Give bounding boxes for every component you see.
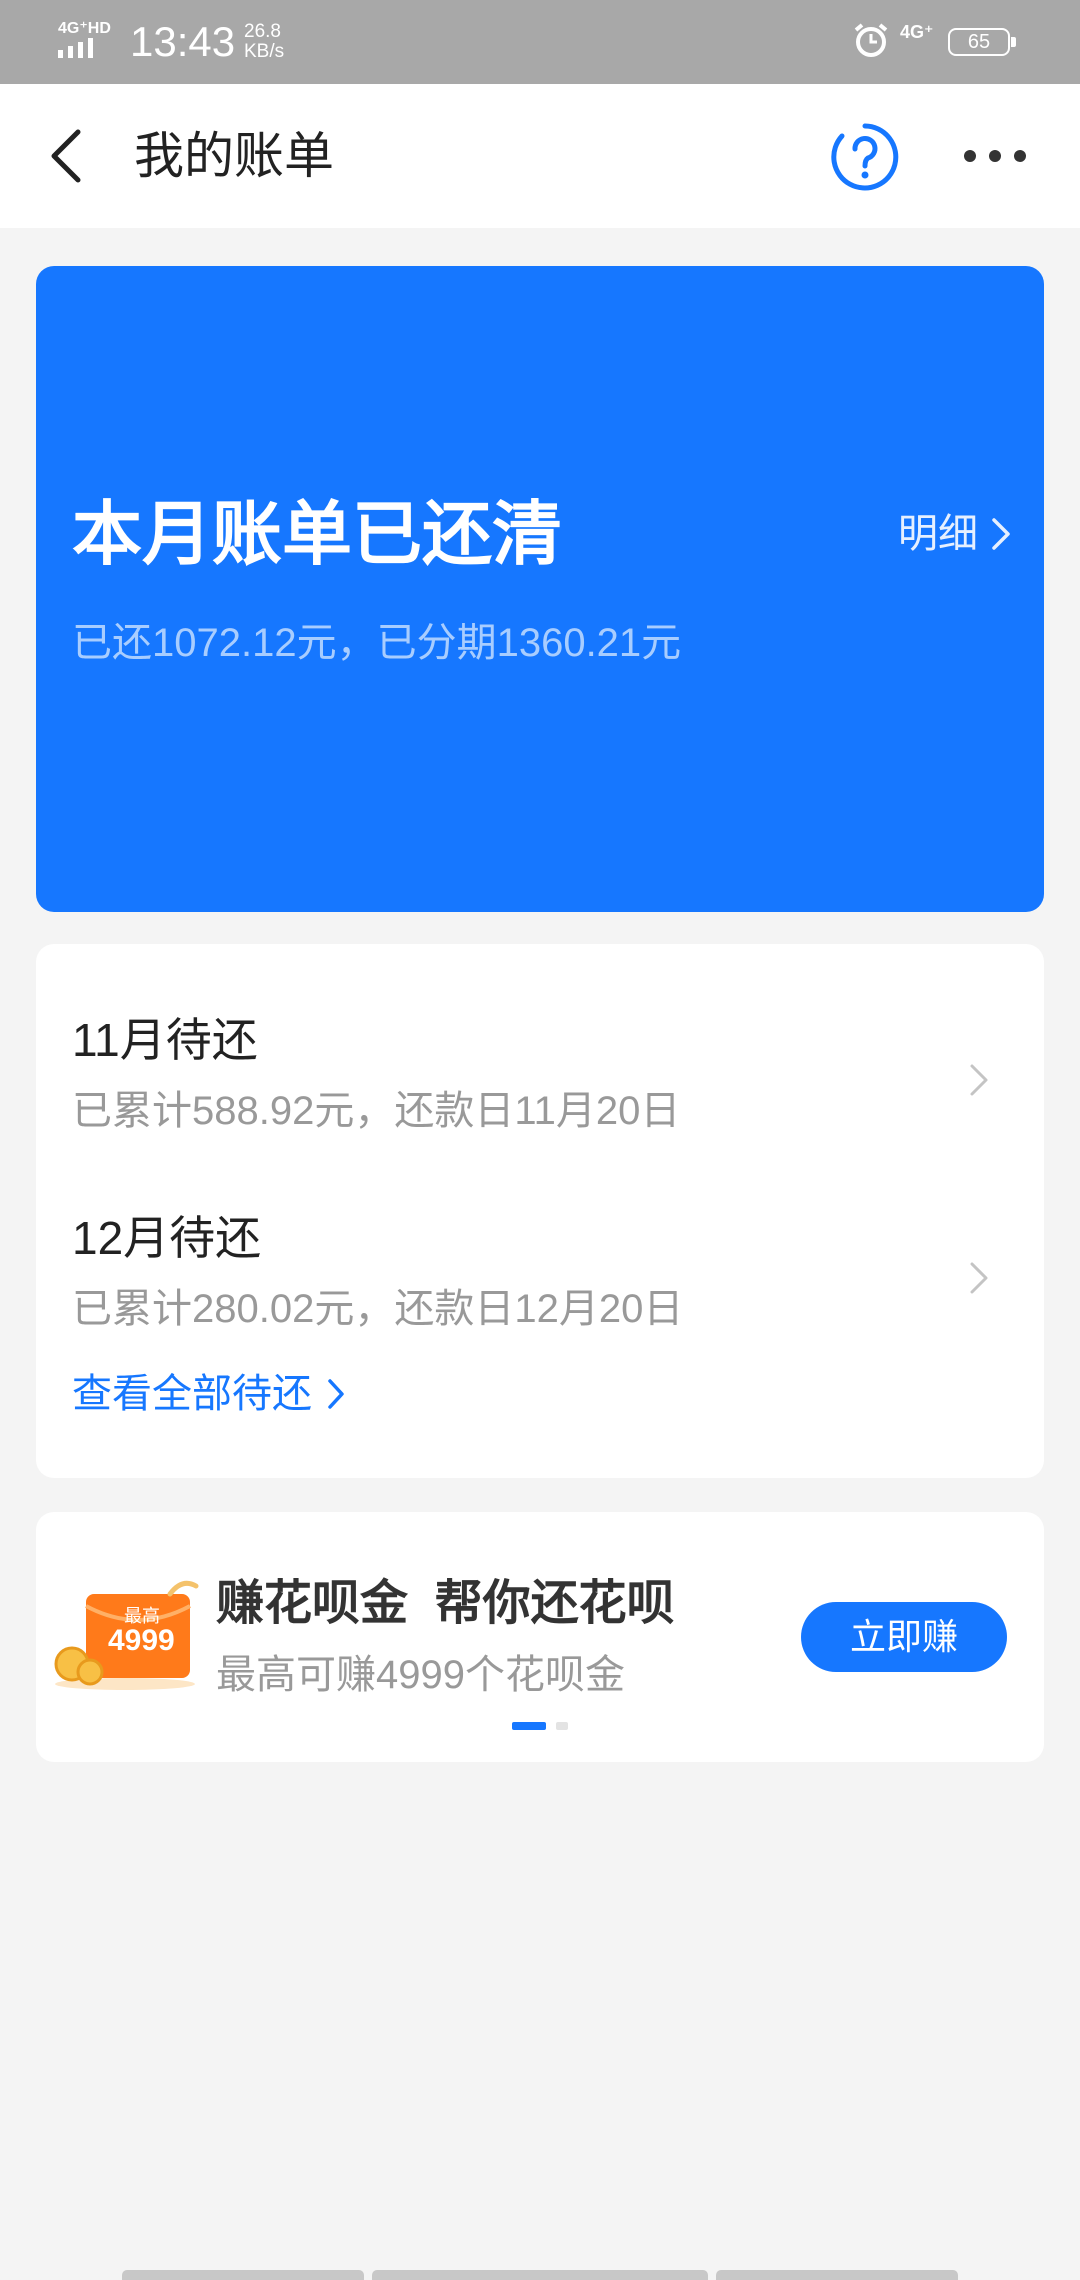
bill-detail-label: 明细 [898,512,978,556]
chevron-right-icon [992,518,1010,550]
network-indicator-right: 4G⁺ [900,22,934,42]
chevron-right-icon [970,1262,988,1294]
more-icon[interactable] [960,144,1030,168]
battery-icon: 65 [948,28,1016,56]
pending-month-detail: 已累计280.02元，还款日12月20日 [72,1287,684,1331]
pending-repayments-card: 11月待还 已累计588.92元，还款日11月20日 12月待还 已累计280.… [36,944,1044,1478]
pending-month-detail: 已累计588.92元，还款日11月20日 [72,1089,681,1133]
pending-month-title: 11月待还 [72,1014,258,1066]
chevron-right-icon [328,1379,344,1409]
signal-icon [58,38,93,58]
help-icon[interactable] [830,122,900,192]
promo-subtitle: 最高可赚4999个花呗金 [216,1653,625,1697]
promo-title: 赚花呗金 帮你还花呗 [216,1577,675,1630]
view-all-pending-link[interactable]: 查看全部待还 [72,1366,346,1422]
back-icon[interactable] [44,124,88,188]
nav-hint-bar [716,2270,958,2280]
carousel-dot [556,1722,568,1730]
network-speed: 26.8 KB/s [244,22,284,62]
view-all-label: 查看全部待还 [72,1372,312,1416]
carousel-dot-active [512,1722,546,1730]
page-title: 我的账单 [134,128,334,184]
bill-summary: 已还1072.12元，已分期1360.21元 [72,621,682,665]
speed-unit: KB/s [244,41,285,62]
alarm-icon [854,23,888,57]
bill-status-title: 本月账单已还清 [72,495,562,573]
nav-hint-bar [122,2270,364,2280]
app-header: 我的账单 [0,84,1080,228]
monthly-bill-card[interactable]: 本月账单已还清 已还1072.12元，已分期1360.21元 明细 [36,266,1044,912]
pending-month-title: 12月待还 [72,1212,262,1264]
speed-value: 26.8 [244,21,281,42]
earn-now-button[interactable]: 立即赚 [801,1602,1007,1672]
clock: 13:43 [130,18,236,65]
nav-hint-bar [372,2270,708,2280]
promo-banner[interactable]: 最高 4999 赚花呗金 帮你还花呗 最高可赚4999个花呗金 立即赚 [36,1512,1044,1762]
red-packet-image: 最高 4999 [50,1576,200,1696]
pending-row-december[interactable]: 12月待还 已累计280.02元，还款日12月20日 [36,1208,1044,1388]
pending-row-november[interactable]: 11月待还 已累计588.92元，还款日11月20日 [36,1010,1044,1190]
promo-badge-amount: 4999 [108,1624,175,1657]
status-bar: 4G⁺HD 13:43 26.8 KB/s 4G⁺ 65 [0,0,1080,84]
bill-detail-link[interactable]: 明细 [898,504,1014,564]
chevron-right-icon [970,1064,988,1096]
network-indicator: 4G⁺HD [58,20,111,37]
